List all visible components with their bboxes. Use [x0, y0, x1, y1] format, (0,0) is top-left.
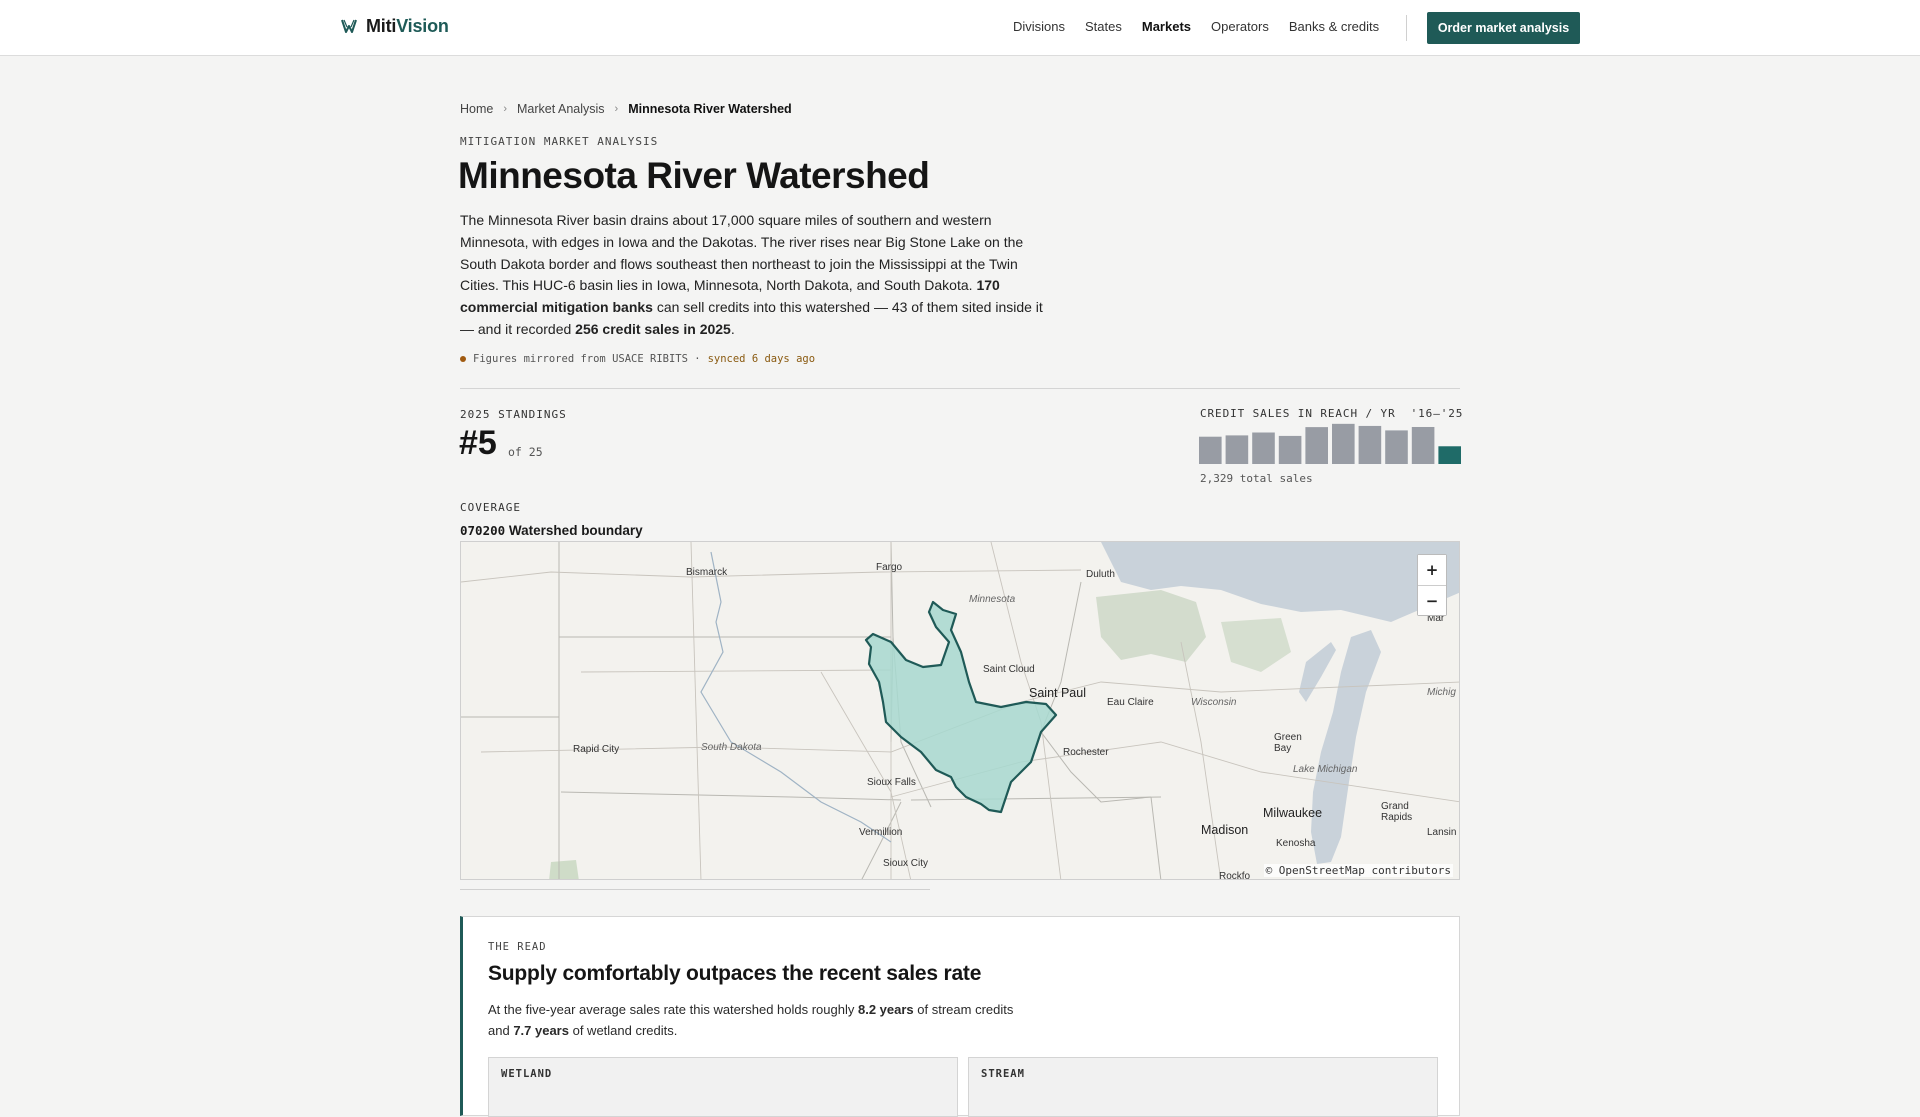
sales-bar-2024 — [1411, 426, 1435, 464]
place-label: Rockfo — [1219, 871, 1251, 880]
stream-panel: STREAM — [968, 1057, 1438, 1117]
breadcrumb-market-analysis[interactable]: Market Analysis — [517, 102, 605, 116]
sync-age: synced 6 days ago — [707, 353, 816, 365]
nav-states[interactable]: States — [1085, 19, 1122, 34]
main-nav: Divisions States Markets Operators Banks… — [1013, 19, 1379, 34]
place-label: Rapid City — [573, 744, 620, 755]
logo-mark-icon — [341, 19, 357, 33]
read-eyebrow: THE READ — [488, 941, 547, 953]
place-label: Michig — [1427, 687, 1456, 698]
place-label: Fargo — [876, 562, 903, 573]
sales-bar-2016 — [1199, 436, 1222, 464]
place-label: South Dakota — [701, 742, 762, 753]
coverage-label: COVERAGE — [460, 501, 521, 514]
watershed-boundary-label: 070200 Watershed boundary — [460, 523, 643, 538]
place-label: Madison — [1201, 823, 1249, 837]
place-label: Saint Paul — [1029, 686, 1086, 700]
order-market-analysis-button[interactable]: Order market analysis — [1427, 12, 1580, 44]
sales-bar-2025 — [1438, 446, 1461, 464]
page-title: Minnesota River Watershed — [458, 155, 930, 196]
breadcrumb-current: Minnesota River Watershed — [628, 102, 792, 116]
standings-label: 2025 STANDINGS — [460, 408, 567, 421]
top-bar: MitiVision Divisions States Markets Oper… — [0, 0, 1920, 56]
stream-panel-label: STREAM — [981, 1068, 1025, 1080]
place-label: Sioux City — [883, 858, 929, 869]
chevron-right-icon: › — [503, 103, 508, 115]
sales-bar-2023 — [1385, 430, 1408, 464]
status-dot-icon — [460, 356, 466, 362]
sales-bar-chart — [1199, 423, 1461, 464]
nav-banks-credits[interactable]: Banks & credits — [1289, 19, 1379, 34]
place-label: Eau Claire — [1107, 697, 1154, 708]
forest-area — [1096, 590, 1206, 662]
map-canvas — [461, 542, 1459, 879]
sales-bar-2018 — [1252, 432, 1275, 464]
place-label: Rochester — [1063, 747, 1109, 758]
green-bay-water — [1299, 642, 1336, 702]
standings-rank: #5 — [459, 424, 497, 462]
place-label: Lansin — [1427, 827, 1457, 838]
read-body: At the five-year average sales rate this… — [488, 1002, 1014, 1038]
place-label: Kenosha — [1276, 838, 1316, 849]
place-label: Duluth — [1086, 569, 1115, 580]
place-label: Grand Rapids — [1381, 801, 1413, 823]
section-divider — [460, 388, 1460, 389]
sales-bar-2017 — [1225, 435, 1249, 464]
sales-total: 2,329 total sales — [1200, 472, 1313, 485]
place-label: Lake Michigan — [1293, 764, 1358, 775]
chevron-right-icon: › — [614, 103, 619, 115]
zoom-out-button[interactable]: − — [1418, 585, 1446, 615]
page-intro: The Minnesota River basin drains about 1… — [460, 212, 1043, 337]
standings-of: of 25 — [508, 445, 543, 459]
state-borders — [461, 542, 1162, 879]
sales-bar-2019 — [1278, 435, 1302, 464]
brand-name: MitiVision — [366, 16, 449, 36]
breadcrumb-home[interactable]: Home — [460, 102, 493, 116]
sales-bar-2022 — [1358, 425, 1382, 464]
nav-divider — [1406, 15, 1407, 41]
brand-logo[interactable]: MitiVision — [340, 16, 449, 37]
sales-bar-2020 — [1305, 427, 1328, 464]
nav-divisions[interactable]: Divisions — [1013, 19, 1065, 34]
sales-chart-label: CREDIT SALES IN REACH / YR '16–'25 — [1200, 407, 1464, 420]
place-label: Green Bay — [1274, 732, 1302, 754]
place-label: Milwaukee — [1263, 806, 1323, 820]
place-label: Bismarck — [686, 567, 728, 578]
nav-markets[interactable]: Markets — [1142, 19, 1191, 34]
place-label: Saint Cloud — [983, 664, 1035, 675]
place-label: Vermillion — [859, 827, 903, 838]
place-label: Sioux Falls — [867, 777, 916, 788]
sales-bar-2021 — [1332, 423, 1355, 464]
wetland-panel: WETLAND — [488, 1057, 958, 1117]
place-label: Minnesota — [969, 594, 1016, 605]
map-attribution[interactable]: © OpenStreetMap contributors — [1263, 864, 1453, 877]
zoom-in-button[interactable]: + — [1418, 555, 1446, 585]
place-label: Wisconsin — [1191, 697, 1237, 708]
forest-area — [1221, 618, 1291, 672]
sync-source: Figures mirrored from USACE RIBITS · — [473, 353, 701, 365]
wetland-panel-label: WETLAND — [501, 1068, 553, 1080]
nav-operators[interactable]: Operators — [1211, 19, 1269, 34]
map-zoom-controls: + − — [1417, 554, 1447, 616]
watershed-map[interactable]: Bismarck Fargo Duluth Minnesota Saint Cl… — [460, 541, 1460, 880]
read-title: Supply comfortably outpaces the recent s… — [488, 962, 982, 985]
sync-status: Figures mirrored from USACE RIBITS · syn… — [460, 353, 815, 365]
map-scroll-track[interactable] — [460, 889, 930, 890]
page-eyebrow: MITIGATION MARKET ANALYSIS — [460, 135, 659, 148]
breadcrumb: Home › Market Analysis › Minnesota River… — [460, 102, 792, 116]
forest-area — [549, 860, 579, 879]
the-read-card: THE READ Supply comfortably outpaces the… — [460, 916, 1460, 1117]
